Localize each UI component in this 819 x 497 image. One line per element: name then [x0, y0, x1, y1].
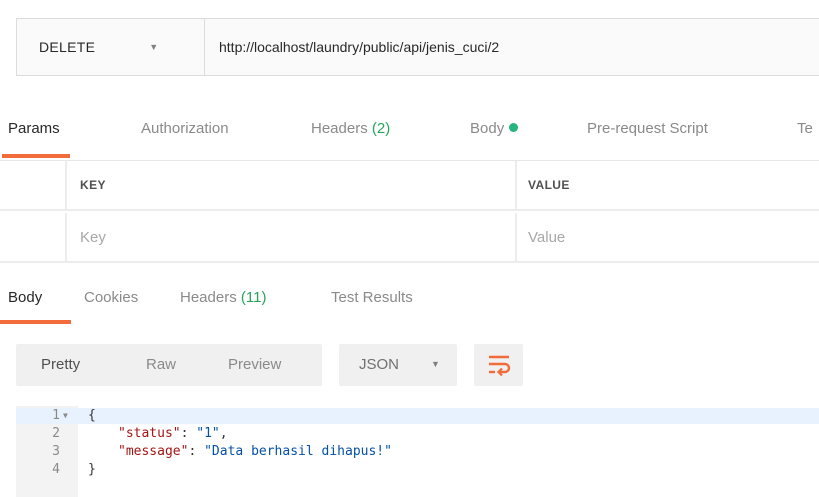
- tab-headers[interactable]: Headers (2): [311, 110, 390, 158]
- json-value-message: "Data berhasil dihapus!": [204, 444, 392, 459]
- value-placeholder: Value: [528, 228, 566, 246]
- response-tabs: Body Cookies Headers (11) Test Results: [0, 281, 819, 325]
- tab-pre-request-script-label: Pre-request Script: [587, 120, 708, 137]
- request-tabs: Params Authorization Headers (2) Body Pr…: [0, 110, 819, 158]
- key-placeholder: Key: [80, 228, 106, 246]
- request-url-bar: DELETE ▼ http://localhost/laundry/public…: [16, 18, 819, 76]
- response-headers-count-badge: (11): [240, 289, 267, 306]
- json-status-entry: "status": "1",: [118, 426, 228, 441]
- value-header-label: VALUE: [528, 178, 570, 192]
- json-value-status: "1": [196, 426, 220, 441]
- method-select[interactable]: DELETE ▼: [17, 19, 205, 75]
- json-open-brace: {: [88, 408, 96, 423]
- fold-toggle-icon[interactable]: ▼: [63, 408, 68, 424]
- response-tab-cookies-label: Cookies: [84, 289, 139, 306]
- chevron-down-icon: ▼: [149, 42, 159, 52]
- line-number: 1: [52, 408, 60, 423]
- response-tab-test-results-label: Test Results: [331, 289, 413, 306]
- view-preview-button[interactable]: Preview: [228, 356, 281, 373]
- params-header-row: KEY VALUE: [0, 161, 819, 211]
- code-line: 4 }: [16, 462, 819, 478]
- url-text: http://localhost/laundry/public/api/jeni…: [219, 39, 500, 55]
- line-number: 3: [52, 444, 60, 459]
- tab-pre-request-script[interactable]: Pre-request Script: [587, 110, 708, 158]
- tab-tests-label: Te: [797, 120, 813, 137]
- param-key-input[interactable]: Key: [67, 213, 517, 261]
- json-key-status: "status": [118, 426, 181, 441]
- response-tab-headers[interactable]: Headers (11): [180, 289, 266, 306]
- code-line: 3 "message": "Data berhasil dihapus!": [16, 444, 819, 460]
- line-number: 4: [52, 462, 60, 477]
- response-tab-headers-label: Headers: [180, 289, 241, 306]
- json-message-entry: "message": "Data berhasil dihapus!": [118, 444, 392, 459]
- key-header-label: KEY: [80, 178, 106, 192]
- wrap-lines-icon: [488, 355, 510, 376]
- response-tab-body-label: Body: [8, 289, 43, 306]
- headers-count-badge: (2): [371, 120, 391, 137]
- body-indicator-dot: [509, 123, 519, 132]
- tab-params[interactable]: Params: [2, 110, 70, 158]
- params-input-row: Key Value: [0, 213, 819, 263]
- view-pretty-button[interactable]: Pretty: [41, 356, 80, 373]
- method-label: DELETE: [39, 39, 96, 55]
- format-select[interactable]: JSON ▼: [339, 344, 457, 386]
- response-body-viewer[interactable]: 1 ▼ { 2 "status": "1", 3 "message": "Dat…: [16, 406, 819, 497]
- params-checkbox-column: [0, 161, 67, 209]
- chevron-down-icon: ▼: [431, 359, 440, 369]
- response-tab-body[interactable]: Body: [8, 289, 42, 306]
- params-table: KEY VALUE Key Value: [0, 160, 819, 263]
- active-tab-indicator: [0, 320, 71, 324]
- param-value-input[interactable]: Value: [517, 213, 819, 261]
- url-input[interactable]: http://localhost/laundry/public/api/jeni…: [205, 19, 819, 75]
- response-tab-test-results[interactable]: Test Results: [331, 289, 413, 306]
- response-tab-cookies[interactable]: Cookies: [84, 289, 138, 306]
- params-key-header: KEY: [67, 161, 517, 209]
- code-line: 1 ▼ {: [16, 408, 819, 424]
- tab-body[interactable]: Body: [470, 110, 519, 158]
- tab-params-label: Params: [8, 120, 60, 137]
- view-raw-button[interactable]: Raw: [146, 356, 176, 373]
- tab-headers-label: Headers: [311, 120, 372, 137]
- params-row-checkbox[interactable]: [0, 213, 67, 261]
- json-close-brace: }: [88, 462, 96, 477]
- format-label: JSON: [359, 356, 400, 373]
- params-value-header: VALUE: [517, 161, 819, 209]
- tab-authorization-label: Authorization: [141, 120, 229, 137]
- code-line: 2 "status": "1",: [16, 426, 819, 442]
- json-key-message: "message": [118, 444, 189, 459]
- tab-authorization[interactable]: Authorization: [141, 110, 229, 158]
- wrap-lines-button[interactable]: [474, 344, 523, 386]
- view-mode-toggle: Pretty Raw Preview: [16, 344, 322, 386]
- tab-body-label: Body: [470, 120, 505, 137]
- tab-tests[interactable]: Te: [797, 110, 813, 158]
- line-number: 2: [52, 426, 60, 441]
